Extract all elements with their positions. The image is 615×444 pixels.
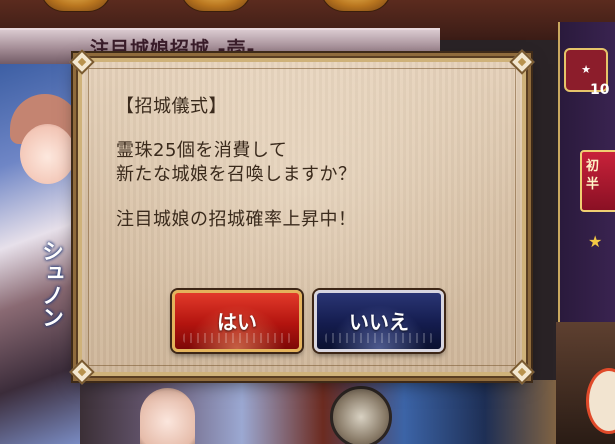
- gear-ornament: [330, 386, 392, 444]
- side-badge-count: 10: [590, 82, 610, 98]
- character-name-vertical: シュノン: [38, 240, 63, 328]
- button-decoration: [183, 333, 291, 343]
- ring-ornament: [586, 368, 615, 434]
- no-button[interactable]: いいえ: [314, 290, 444, 352]
- bottom-character-art: [80, 380, 615, 444]
- yes-button[interactable]: はい: [172, 290, 302, 352]
- dialog-message-line1: 霊珠25個を消費して: [116, 140, 288, 161]
- dialog-heading: 【招城儀式】: [116, 96, 227, 117]
- yes-button-label: はい: [217, 310, 257, 334]
- button-decoration: [325, 333, 433, 343]
- dialog-message-line3: 注目城娘の招城確率上昇中！: [116, 209, 357, 230]
- character-face: [140, 388, 195, 444]
- bottom-right-art: [556, 322, 615, 444]
- star-icon: ★: [588, 232, 603, 251]
- ornament-coin: [320, 0, 392, 12]
- dialog-message-line2: 新たな城娘を召喚しますか？: [116, 164, 357, 185]
- ornament-coin: [40, 0, 112, 12]
- character-face: [20, 124, 75, 184]
- ornament-coin: [180, 0, 252, 12]
- promo-tag-text: 初 半: [586, 159, 600, 192]
- summon-confirm-dialog: 【招城儀式】 霊珠25個を消費して 新たな城娘を召喚しますか？ 注目城娘の招城確…: [69, 49, 535, 385]
- no-button-label: いいえ: [349, 310, 409, 334]
